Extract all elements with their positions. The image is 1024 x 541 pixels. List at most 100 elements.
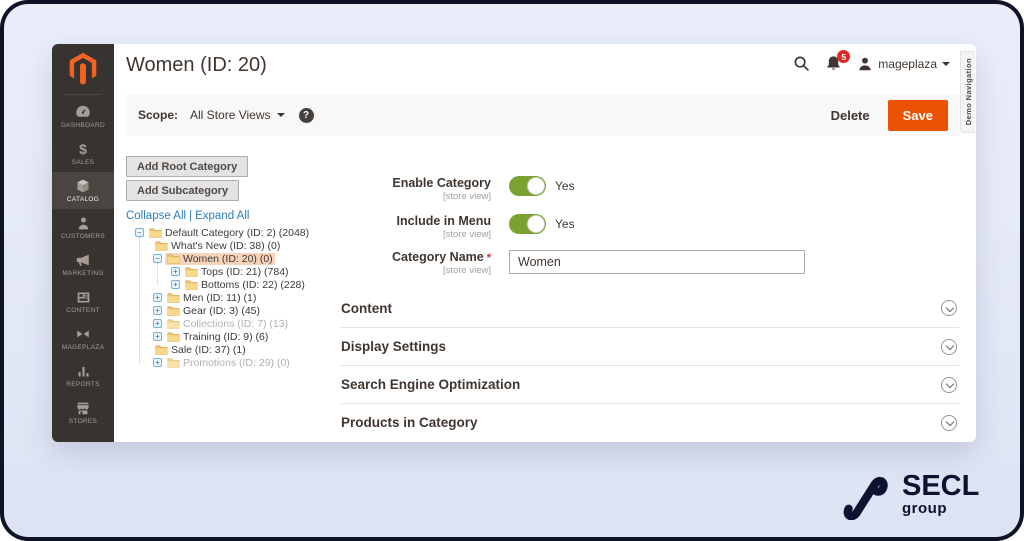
expand-node-icon[interactable] (153, 358, 162, 367)
collapse-node-icon[interactable] (135, 228, 144, 237)
section-products-in-category[interactable]: Products in Category (341, 403, 959, 441)
add-root-category-button[interactable]: Add Root Category (126, 156, 248, 177)
gear-icon (76, 442, 91, 443)
field-scope-note: [store view] (341, 191, 491, 202)
save-button[interactable]: Save (888, 100, 948, 131)
sidebar-menu: DASHBOARD $ SALES CATALOG CUSTOME (52, 98, 114, 442)
tree-node-label: Gear (ID: 3) (45) (183, 305, 260, 317)
store-view-switcher[interactable]: All Store Views (190, 108, 284, 122)
tree-node-label: Bottoms (ID: 22) (228) (201, 279, 305, 291)
expand-node-icon[interactable] (153, 293, 162, 302)
sidebar-item-content[interactable]: CONTENT (52, 283, 114, 320)
tree-node-whats-new[interactable]: What's New (ID: 38) (0) (126, 239, 341, 252)
accordion-sections: Content Display Settings Search Engine O… (341, 289, 959, 441)
tree-node-label: Tops (ID: 21) (784) (201, 266, 289, 278)
sidebar-item-customers[interactable]: CUSTOMERS (52, 209, 114, 246)
enable-category-toggle[interactable] (509, 176, 546, 196)
required-asterisk: * (487, 252, 491, 264)
user-icon (857, 56, 873, 72)
magento-admin-window: DASHBOARD $ SALES CATALOG CUSTOME (52, 44, 976, 442)
tree-node-sale[interactable]: Sale (ID: 37) (1) (126, 343, 341, 356)
page-actions: Delete Save (831, 100, 948, 131)
sidebar-item-sales[interactable]: $ SALES (52, 135, 114, 172)
chevron-down-circle-icon[interactable] (941, 300, 957, 316)
section-display-settings[interactable]: Display Settings (341, 327, 959, 365)
admin-sidebar: DASHBOARD $ SALES CATALOG CUSTOME (52, 44, 114, 442)
section-title: Products in Category (341, 415, 478, 430)
collapse-all-link[interactable]: Collapse All (126, 210, 186, 222)
sidebar-item-label: MAGEPLAZA (62, 344, 104, 351)
include-in-menu-toggle[interactable] (509, 214, 546, 234)
question-mark-icon[interactable]: ? (299, 108, 314, 123)
folder-icon (167, 292, 180, 303)
sidebar-divider (64, 94, 102, 95)
folder-icon (155, 240, 168, 251)
sidebar-item-system-partial[interactable] (52, 431, 114, 442)
header-actions: 5 mageplaza (793, 55, 950, 72)
expand-node-icon[interactable] (153, 306, 162, 315)
expand-node-icon[interactable] (153, 319, 162, 328)
field-scope-note: [store view] (341, 229, 491, 240)
delete-button[interactable]: Delete (831, 108, 870, 123)
section-title: Content (341, 301, 392, 316)
tree-node-promotions[interactable]: Promotions (ID: 29) (0) (126, 356, 341, 369)
person-icon (76, 215, 91, 231)
chevron-down-icon (277, 113, 285, 117)
enable-category-row: Enable Category [store view] Yes (341, 176, 575, 202)
chevron-down-circle-icon[interactable] (941, 339, 957, 355)
sidebar-item-dashboard[interactable]: DASHBOARD (52, 98, 114, 135)
tree-links: Collapse All|Expand All (126, 210, 249, 222)
notifications-bell[interactable]: 5 (825, 55, 842, 72)
sidebar-item-label: STORES (69, 418, 97, 425)
megaphone-icon (75, 252, 91, 268)
expand-node-icon[interactable] (171, 280, 180, 289)
sidebar-item-label: CUSTOMERS (61, 233, 105, 240)
add-subcategory-button[interactable]: Add Subcategory (126, 180, 239, 201)
chevron-down-icon (942, 62, 950, 66)
expand-node-icon[interactable] (153, 332, 162, 341)
magento-logo-icon (68, 52, 98, 86)
tree-node-label: Training (ID: 9) (6) (183, 331, 268, 343)
sidebar-item-catalog[interactable]: CATALOG (52, 172, 114, 209)
chevron-down-circle-icon[interactable] (941, 415, 957, 431)
category-name-input[interactable] (509, 250, 805, 274)
sidebar-item-label: CONTENT (66, 307, 100, 314)
section-title: Search Engine Optimization (341, 377, 520, 392)
toggle-knob (527, 215, 545, 233)
category-tree: Default Category (ID: 2) (2048) What's N… (126, 226, 341, 369)
sidebar-item-label: REPORTS (66, 381, 99, 388)
demo-navigation-tab[interactable]: Demo Navigation (960, 51, 975, 133)
expand-all-link[interactable]: Expand All (195, 210, 249, 222)
tree-node-gear[interactable]: Gear (ID: 3) (45) (126, 304, 341, 317)
sidebar-item-stores[interactable]: STORES (52, 394, 114, 431)
scope-label: Scope: (138, 108, 178, 122)
section-content[interactable]: Content (341, 289, 959, 327)
tree-node-bottoms[interactable]: Bottoms (ID: 22) (228) (126, 278, 341, 291)
tree-node-women[interactable]: Women (ID: 20) (0) (126, 252, 341, 265)
field-label: Enable Category (341, 176, 491, 190)
secl-swoosh-icon (840, 468, 892, 520)
folder-icon (167, 253, 180, 264)
sidebar-item-mageplaza[interactable]: MAGEPLAZA (52, 320, 114, 357)
collapse-node-icon[interactable] (153, 254, 162, 263)
field-label: Category Name* (341, 250, 491, 264)
folder-icon (167, 357, 180, 368)
secl-sub: group (902, 500, 979, 517)
tree-node-label: What's New (ID: 38) (0) (171, 240, 280, 252)
search-icon[interactable] (793, 55, 810, 72)
sidebar-item-reports[interactable]: REPORTS (52, 357, 114, 394)
account-menu[interactable]: mageplaza (857, 56, 950, 72)
chevron-down-circle-icon[interactable] (941, 377, 957, 393)
section-search-engine-optimization[interactable]: Search Engine Optimization (341, 365, 959, 403)
page-title: Women (ID: 20) (126, 54, 267, 77)
tree-node-tops[interactable]: Tops (ID: 21) (784) (126, 265, 341, 278)
tree-node-collections[interactable]: Collections (ID: 7) (13) (126, 317, 341, 330)
expand-node-icon[interactable] (171, 267, 180, 276)
sidebar-item-marketing[interactable]: MARKETING (52, 246, 114, 283)
tree-node-default-category[interactable]: Default Category (ID: 2) (2048) (126, 226, 341, 239)
category-name-row: Category Name* [store view] (341, 250, 805, 276)
magento-logo[interactable] (52, 52, 114, 86)
tree-node-men[interactable]: Men (ID: 11) (1) (126, 291, 341, 304)
field-label: Include in Menu (341, 214, 491, 228)
tree-node-training[interactable]: Training (ID: 9) (6) (126, 330, 341, 343)
